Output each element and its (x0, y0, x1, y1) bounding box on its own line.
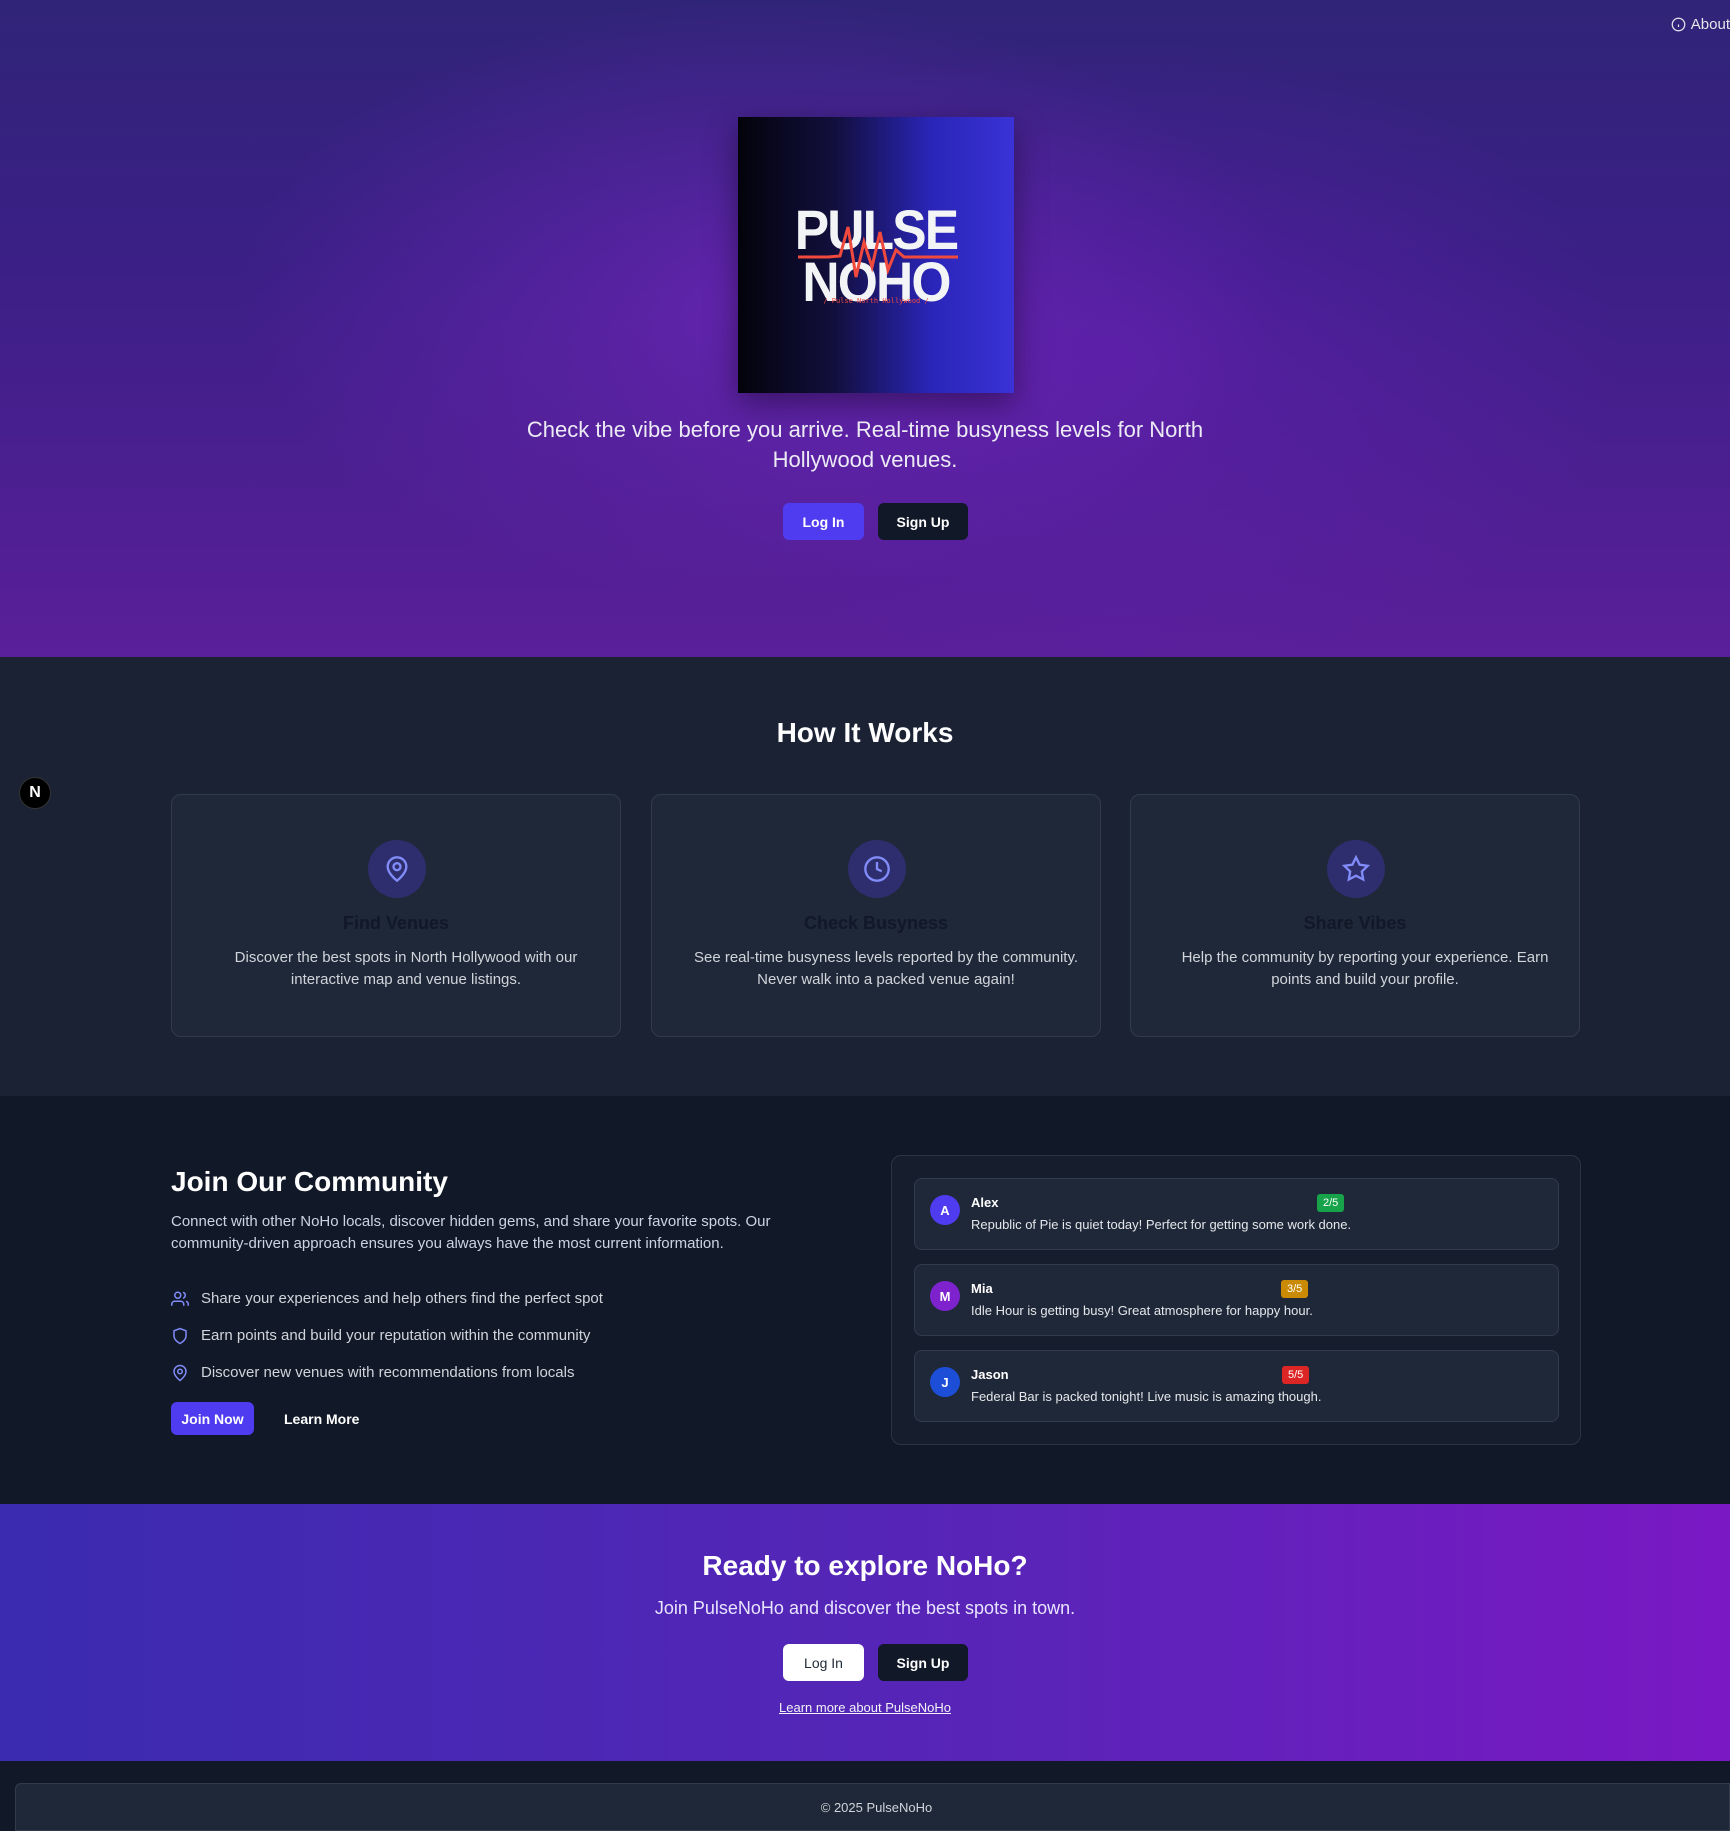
feature-title: Find Venues (342, 913, 450, 933)
hero-actions: Log In Sign Up (783, 503, 968, 540)
cta-subtitle: Join PulseNoHo and discover the best spo… (654, 1598, 1076, 1618)
clock-icon (848, 840, 906, 898)
community-section: Join Our Community Connect with other No… (0, 1096, 1730, 1504)
feature-card-find-venues: Find Venues Discover the best spots in N… (171, 794, 621, 1037)
busyness-badge: 2/5 (1317, 1194, 1345, 1212)
feature-card-share-vibes: Share Vibes Help the community by report… (1130, 794, 1580, 1037)
learn-more-link[interactable]: Learn more about PulseNoHo (0, 1700, 1730, 1715)
pulse-noho-logo: PULSE NOHO / Pulse North Hollywood / (738, 117, 1014, 393)
hero-tagline: Check the vibe before you arrive. Real-t… (526, 417, 1204, 472)
dev-indicator-badge[interactable]: N (19, 777, 51, 809)
hero-signup-button[interactable]: Sign Up (878, 503, 968, 540)
logo-tagline: / Pulse North Hollywood / (823, 297, 929, 305)
feature-desc: Help the community by reporting your exp… (1181, 949, 1549, 988)
shield-icon (173, 1327, 187, 1344)
about-link[interactable]: About (1671, 16, 1730, 33)
how-it-works-section: How It Works Find Venues Discover the be… (0, 657, 1730, 1096)
hero-login-button[interactable]: Log In (783, 503, 864, 540)
feature-title: Check Busyness (803, 913, 949, 933)
feed-post: M Mia 3/5 Idle Hour is getting busy! Gre… (914, 1264, 1559, 1336)
post-text: Idle Hour is getting busy! Great atmosph… (971, 1303, 1313, 1318)
list-item: Share your experiences and help others f… (171, 1280, 603, 1317)
feature-desc: See real-time busyness levels reported b… (693, 949, 1079, 988)
feature-desc: Discover the best spots in North Hollywo… (234, 949, 578, 988)
avatar: J (930, 1367, 960, 1397)
cta-title: Ready to explore NoHo? (702, 1550, 1028, 1581)
cta-login-button[interactable]: Log In (783, 1644, 864, 1681)
community-actions: Join Now Learn More (171, 1402, 359, 1435)
list-item-text: Discover new venues with recommendations… (201, 1364, 575, 1381)
community-feed: A Alex 2/5 Republic of Pie is quiet toda… (891, 1155, 1581, 1445)
learn-more-button[interactable]: Learn More (284, 1411, 359, 1427)
post-author: Mia (971, 1281, 993, 1296)
post-author: Alex (971, 1195, 999, 1210)
about-label: About (1690, 16, 1730, 33)
star-icon (1327, 840, 1385, 898)
how-it-works-title: How It Works (776, 717, 954, 748)
list-item-text: Earn points and build your reputation wi… (201, 1327, 591, 1344)
post-author: Jason (971, 1367, 1009, 1382)
feed-post: J Jason 5/5 Federal Bar is packed tonigh… (914, 1350, 1559, 1422)
pulse-wave-graphic (798, 226, 958, 278)
busyness-badge: 3/5 (1281, 1280, 1309, 1298)
busyness-badge: 5/5 (1282, 1366, 1310, 1384)
map-pin-icon (173, 1364, 187, 1381)
list-item: Discover new venues with recommendations… (171, 1354, 603, 1391)
community-benefits-list: Share your experiences and help others f… (171, 1280, 603, 1391)
list-item-text: Share your experiences and help others f… (201, 1290, 603, 1307)
feed-post: A Alex 2/5 Republic of Pie is quiet toda… (914, 1178, 1559, 1250)
copyright-text: © 2025 PulseNoHo (820, 1800, 933, 1815)
post-text: Republic of Pie is quiet today! Perfect … (971, 1217, 1352, 1232)
cta-actions: Log In Sign Up (783, 1644, 968, 1681)
post-text: Federal Bar is packed tonight! Live musi… (971, 1389, 1322, 1404)
footer: © 2025 PulseNoHo (15, 1783, 1730, 1831)
community-description: Connect with other NoHo locals, discover… (171, 1213, 771, 1252)
avatar: M (930, 1281, 960, 1311)
feature-card-check-busyness: Check Busyness See real-time busyness le… (651, 794, 1101, 1037)
join-now-button[interactable]: Join Now (171, 1402, 254, 1435)
cta-section: Ready to explore NoHo? Join PulseNoHo an… (0, 1504, 1730, 1761)
avatar: A (930, 1195, 960, 1225)
info-icon (1671, 17, 1686, 32)
map-pin-icon (368, 840, 426, 898)
hero-section: About PULSE NOHO / Pulse North Hollywood… (0, 0, 1730, 657)
community-title: Join Our Community (171, 1166, 448, 1197)
list-item: Earn points and build your reputation wi… (171, 1317, 603, 1354)
feature-title: Share Vibes (1303, 913, 1407, 933)
users-icon (171, 1291, 189, 1306)
cta-signup-button[interactable]: Sign Up (878, 1644, 968, 1681)
